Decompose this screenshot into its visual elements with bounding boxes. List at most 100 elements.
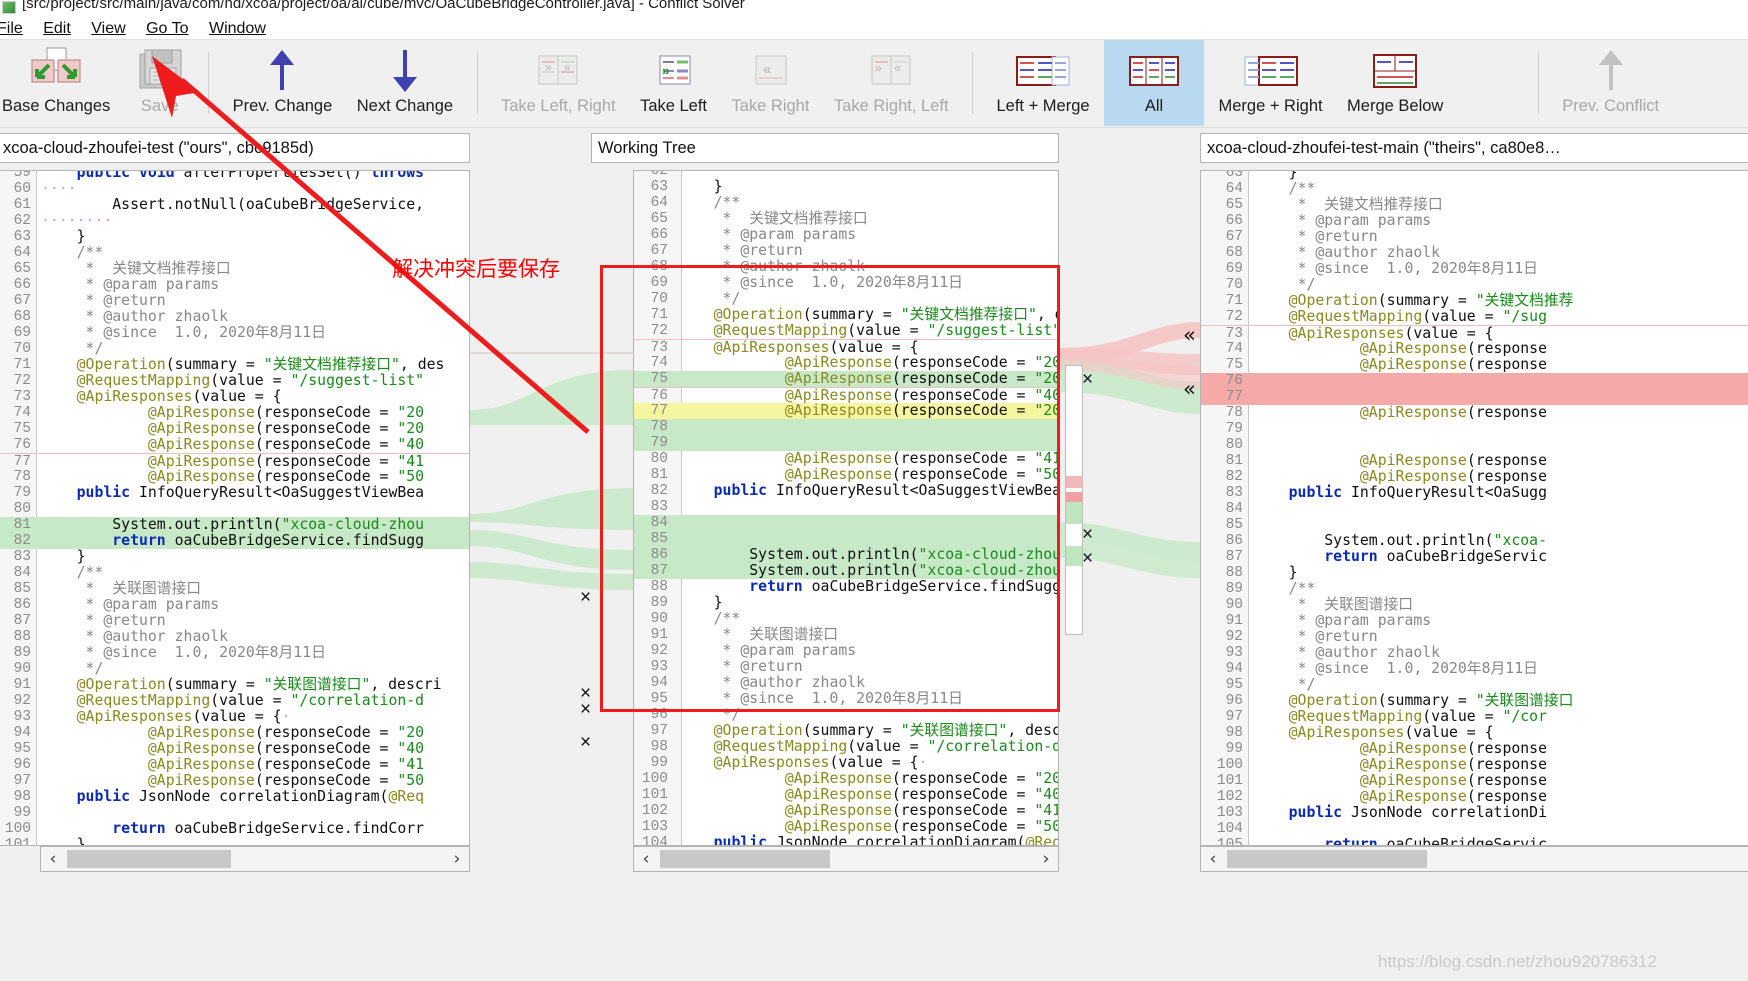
code-line[interactable]: 75 @ApiResponse(responseCode = "20 [634,371,1058,387]
code-line[interactable]: 89 } [634,595,1058,612]
toolbar-left-merge-button[interactable]: Left + Merge [986,40,1099,126]
code-line[interactable]: 104 [1201,821,1748,837]
code-line[interactable]: 86 System.out.println("xcoa- [1201,533,1748,550]
left-scroll-left-arrow[interactable]: ‹ [41,847,65,871]
left-panel-title[interactable]: xcoa-cloud-zhoufei-test ("ours", cbc9185… [0,133,470,163]
code-line[interactable]: 79 [634,435,1058,451]
code-line[interactable]: 88 } [1201,565,1748,582]
code-line[interactable]: 98 public JsonNode correlationDiagram(@R… [0,789,469,806]
code-line[interactable]: 99 [0,805,469,821]
code-line[interactable]: 90 */ [0,661,469,678]
code-line[interactable]: 90 /** [634,611,1058,628]
accept-change-x-1[interactable]: × [580,588,591,607]
accept-change-x-4[interactable]: × [580,733,591,752]
code-line[interactable]: 103 public JsonNode correlationDi [1201,805,1748,822]
code-line[interactable]: 85 * 关联图谱接口 [0,581,469,598]
code-line[interactable]: 69 * @since 1.0, 2020年8月11日 [634,275,1058,292]
toolbar-all-button[interactable]: All [1104,40,1205,126]
code-line[interactable]: 68 * @author zhaolk [0,309,469,326]
code-line[interactable]: 69 * @since 1.0, 2020年8月11日 [1201,261,1748,278]
code-line[interactable]: 75 @ApiResponse(response [1201,357,1748,374]
right-scroll-thumb[interactable] [1227,850,1427,868]
code-line[interactable]: 101 @ApiResponse(responseCode = "40 [634,787,1058,804]
code-line[interactable]: 83 [634,499,1058,515]
code-line[interactable]: 87 return oaCubeBridgeServic [1201,549,1748,566]
code-line[interactable]: 73 @ApiResponses(value = { [0,389,469,406]
code-line[interactable]: 68 * @author zhaolk [634,259,1058,276]
code-line[interactable]: 82 public InfoQueryResult<OaSuggestViewB… [634,483,1058,500]
code-line[interactable]: 70 */ [0,341,469,358]
code-line[interactable]: 92 * @param params [634,643,1058,660]
right-horizontal-scrollbar[interactable]: ‹ [1200,846,1748,872]
code-line[interactable]: 80 [1201,437,1748,453]
toolbar-save-button[interactable]: Save [125,40,195,126]
middle-code-pane[interactable]: 62 ········ 63 } 64 /** 65 * 关键文档推荐接口 66 * @p… [633,170,1059,846]
left-scroll-thumb[interactable] [67,850,231,868]
code-line[interactable]: 95 * @since 1.0, 2020年8月11日 [634,691,1058,708]
code-line[interactable]: 74 @ApiResponse(response [1201,341,1748,358]
code-line[interactable]: 66 * @param params [1201,213,1748,230]
code-line[interactable]: 63 } [0,229,469,246]
middle-scroll-thumb[interactable] [660,850,830,868]
code-line[interactable]: 71 @Operation(summary = "关键文档推荐接口", des [0,357,469,374]
code-line[interactable]: 80 [0,501,469,517]
code-line[interactable]: 91 * 关联图谱接口 [634,627,1058,644]
menu-goto[interactable]: Go To [146,16,198,41]
code-line[interactable]: 76 @ApiResponse(responseCode = "40 [634,387,1058,404]
code-line[interactable]: 88 * @author zhaolk [0,629,469,646]
code-line[interactable]: 85 [634,531,1058,547]
code-line[interactable]: 61 Assert.notNull(oaCubeBridgeService, [0,197,469,214]
code-line[interactable]: 103 @ApiResponse(responseCode = "50 [634,819,1058,836]
code-line[interactable]: 73 @ApiResponses(value = { [634,339,1058,356]
code-line[interactable]: 84 /** [0,565,469,582]
menu-window[interactable]: Window [209,16,276,41]
toolbar-take-left-button[interactable]: » Take Left [630,40,717,126]
left-scroll-right-arrow[interactable]: › [445,847,469,871]
code-line[interactable]: 65 * 关键文档推荐接口 [1201,197,1748,214]
code-line[interactable]: 70 */ [1201,277,1748,294]
code-line[interactable]: 76 @ApiResponse(responseCode = "40 [0,437,469,454]
code-line[interactable]: 96 @ApiResponse(responseCode = "41 [0,757,469,774]
code-line[interactable]: 87 * @return [0,613,469,630]
code-line[interactable]: 71 @Operation(summary = "关键文档推荐接口", des [634,307,1058,324]
code-line[interactable]: 84 [634,515,1058,531]
code-line[interactable]: 100 @ApiResponse(response [1201,757,1748,774]
code-line[interactable]: 67 * @return [0,293,469,310]
code-line[interactable]: 101 } [0,837,469,846]
middle-scroll-right-arrow[interactable]: › [1034,847,1058,871]
code-line[interactable]: 73 @ApiResponses(value = { [1201,325,1748,342]
accept-change-x-3[interactable]: × [580,700,591,719]
middle-horizontal-scrollbar[interactable]: ‹ › [633,846,1059,872]
code-line[interactable]: 94 * @author zhaolk [634,675,1058,692]
code-line[interactable]: 102 @ApiResponse(response [1201,789,1748,806]
code-line[interactable]: 78 @ApiResponse(responseCode = "50 [0,469,469,486]
code-line[interactable]: 83 public InfoQueryResult<OaSugg [1201,485,1748,502]
code-line[interactable]: 79 [1201,421,1748,437]
code-line[interactable]: 92 @RequestMapping(value = "/correlation… [0,693,469,710]
code-line[interactable]: 105 return oaCubeBridgeServic [1201,837,1748,846]
code-line[interactable]: 71 @Operation(summary = "关键文档推荐 [1201,293,1748,310]
toolbar-take-left-right-button[interactable]: » « Take Left, Right [491,40,626,126]
code-line[interactable]: 91 * @param params [1201,613,1748,630]
code-line[interactable]: 68 * @author zhaolk [1201,245,1748,262]
toolbar-take-right-left-button[interactable]: » « Take Right, Left [824,40,959,126]
toolbar-prev-change-button[interactable]: Prev. Change [223,40,343,126]
code-line[interactable]: 97 @ApiResponse(responseCode = "50 [0,773,469,790]
toolbar-prev-conflict-button[interactable]: Prev. Conflict [1552,40,1669,126]
code-line[interactable]: 91 @Operation(summary = "关联图谱接口", descri [0,677,469,694]
middle-diff-overview-scrollbar[interactable] [1065,365,1083,635]
code-line[interactable]: 81 @ApiResponse(response [1201,453,1748,470]
code-line[interactable]: 93 * @return [634,659,1058,676]
code-line[interactable]: 94 @ApiResponse(responseCode = "20 [0,725,469,742]
menu-file[interactable]: File [0,16,33,41]
code-line[interactable]: 67 * @return [634,243,1058,260]
code-line[interactable]: 78 @ApiResponse(response [1201,405,1748,422]
code-line[interactable]: 80 @ApiResponse(responseCode = "41 [634,451,1058,468]
code-line[interactable]: 82 return oaCubeBridgeService.findSugg [0,533,469,549]
code-line[interactable]: 97 @RequestMapping(value = "/cor [1201,709,1748,726]
code-line[interactable]: 63 } [634,179,1058,196]
code-line[interactable]: 69 * @since 1.0, 2020年8月11日 [0,325,469,342]
code-line[interactable]: 86 System.out.println("xcoa-cloud-zhou [634,547,1058,563]
menu-view[interactable]: View [91,16,135,41]
take-right-chevron-1[interactable]: « [1183,325,1196,346]
